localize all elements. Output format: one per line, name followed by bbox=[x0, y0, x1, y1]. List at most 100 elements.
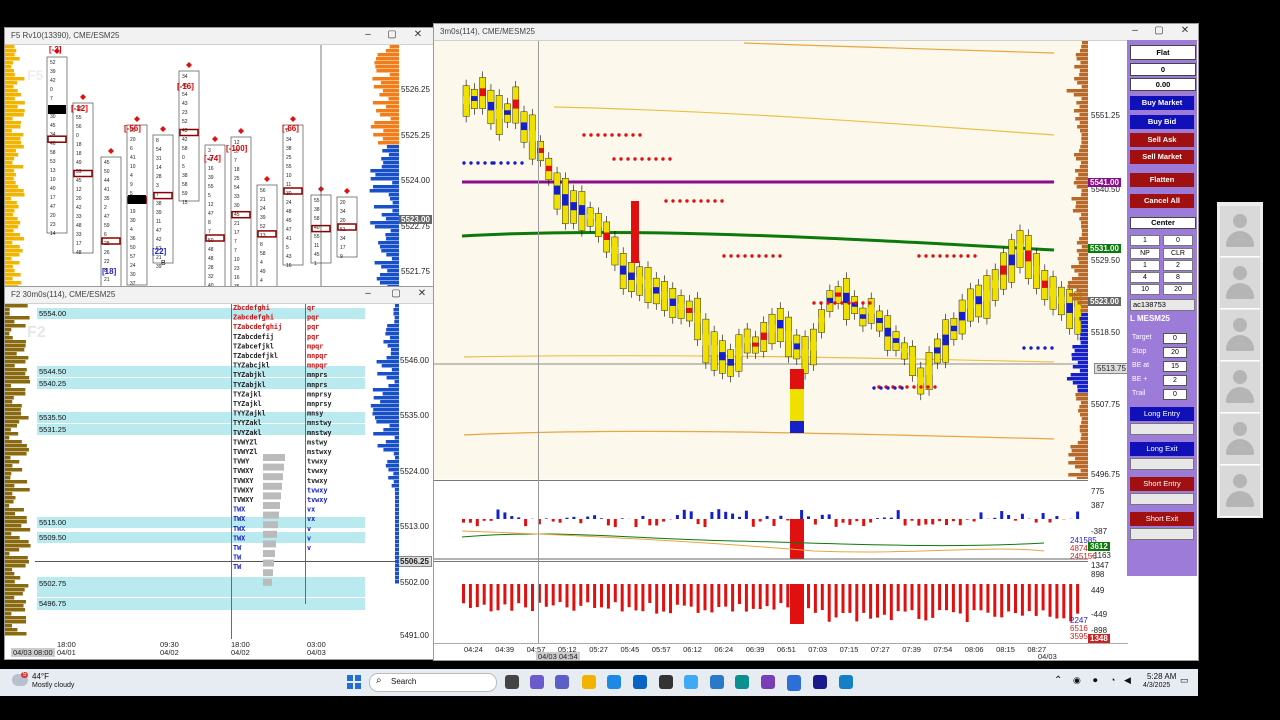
network-icon[interactable]: ◉ bbox=[1073, 675, 1081, 686]
avatar[interactable] bbox=[1220, 466, 1260, 517]
buy-bid-button[interactable]: Buy Bid bbox=[1130, 115, 1194, 129]
profile-bar bbox=[5, 400, 13, 404]
short-exit-select[interactable] bbox=[1130, 528, 1194, 540]
profile-bar bbox=[5, 57, 20, 61]
store-icon[interactable] bbox=[607, 675, 621, 689]
maximize-icon[interactable]: ▢ bbox=[389, 288, 403, 299]
be-at-input[interactable]: 15 bbox=[1163, 361, 1187, 372]
signal-dot bbox=[917, 254, 921, 258]
target-input[interactable]: 0 bbox=[1163, 333, 1187, 344]
qty-8-button[interactable]: 8 bbox=[1163, 272, 1193, 283]
start-icon[interactable] bbox=[347, 675, 361, 689]
short-entry-button[interactable]: Short Entry bbox=[1130, 477, 1194, 491]
profile-bar bbox=[391, 257, 399, 261]
clock-date[interactable]: 4/3/2025 bbox=[1143, 682, 1170, 689]
long-exit-select[interactable] bbox=[1130, 458, 1194, 470]
volume-icon[interactable]: ◀ bbox=[1124, 675, 1131, 686]
copilot-app-icon[interactable] bbox=[684, 675, 698, 689]
bottom-left-titlebar[interactable]: F2 30m0s(114), CME/ESM25 – ▢ ✕ bbox=[5, 287, 433, 304]
qty-10-button[interactable]: 10 bbox=[1130, 284, 1160, 295]
meeting-app-icon[interactable] bbox=[787, 675, 801, 691]
mail-icon[interactable] bbox=[710, 675, 724, 689]
candle-core bbox=[777, 319, 784, 329]
visual-studio-icon[interactable] bbox=[761, 675, 775, 689]
signal-dot bbox=[668, 157, 672, 161]
top-left-titlebar[interactable]: F5 Rv10(13390), CME/ESM25 – ▢ ✕ bbox=[5, 28, 433, 45]
quantity-input-2[interactable]: 0 bbox=[1163, 235, 1193, 246]
app-icon[interactable] bbox=[813, 675, 827, 689]
file-explorer-icon[interactable] bbox=[582, 675, 596, 689]
footprint-plot[interactable]: 5239420719304534465853131040174720231418… bbox=[27, 45, 367, 286]
short-entry-select[interactable] bbox=[1130, 493, 1194, 505]
qty-2-button[interactable]: 2 bbox=[1163, 260, 1193, 271]
notifications-icon[interactable]: ▭ bbox=[1180, 675, 1189, 686]
trail-label: Trail bbox=[1132, 390, 1146, 397]
profile-bar bbox=[376, 109, 399, 113]
be-plus-input[interactable]: 2 bbox=[1163, 375, 1187, 386]
avatar[interactable] bbox=[1220, 206, 1260, 257]
price-axis[interactable]: 5551.25 5540.50 5529.50 5518.50 5507.75 … bbox=[1066, 41, 1129, 643]
outlook-icon[interactable] bbox=[633, 675, 647, 689]
qty-1-button[interactable]: 1 bbox=[1130, 260, 1160, 271]
chatgpt-icon[interactable] bbox=[659, 675, 673, 689]
candle-plot[interactable] bbox=[434, 41, 1088, 479]
avatar[interactable] bbox=[1220, 258, 1260, 309]
quantity-input[interactable]: 1 bbox=[1130, 235, 1160, 246]
signal-dot bbox=[699, 199, 703, 203]
stop-input[interactable]: 20 bbox=[1163, 347, 1187, 358]
price-axis[interactable]: 5546.00 5535.00 5524.00 5513.00 5502.00 … bbox=[397, 304, 433, 640]
main-titlebar[interactable]: 3m0s(114), CME/MESM25 – ▢ ✕ bbox=[434, 24, 1198, 41]
flatten-button[interactable]: Flatten bbox=[1130, 173, 1194, 187]
account-select[interactable]: ac138753 bbox=[1130, 299, 1195, 311]
maximize-icon[interactable]: ▢ bbox=[1152, 25, 1166, 36]
edge-icon[interactable] bbox=[735, 675, 749, 689]
qty-4-button[interactable]: 4 bbox=[1130, 272, 1160, 283]
trading-app-icon[interactable] bbox=[839, 675, 853, 689]
close-icon[interactable]: ✕ bbox=[411, 29, 425, 40]
volume-pane[interactable] bbox=[434, 561, 1088, 644]
clr-button[interactable]: CLR bbox=[1163, 248, 1193, 259]
profile-bar bbox=[374, 61, 399, 65]
minimize-icon[interactable]: – bbox=[361, 288, 375, 299]
avatar[interactable] bbox=[1220, 362, 1260, 413]
sell-ask-button[interactable]: Sell Ask bbox=[1130, 133, 1194, 147]
clock-time[interactable]: 5:28 AM bbox=[1147, 672, 1176, 681]
microphone-icon[interactable]: ⏺ bbox=[1093, 675, 1098, 686]
footprint-cell: 10 bbox=[50, 177, 56, 183]
long-entry-select[interactable] bbox=[1130, 423, 1194, 435]
short-exit-button[interactable]: Short Exit bbox=[1130, 512, 1194, 526]
close-icon[interactable]: ✕ bbox=[415, 288, 429, 299]
task-view-icon[interactable] bbox=[505, 675, 519, 689]
qty-20-button[interactable]: 20 bbox=[1163, 284, 1193, 295]
buy-market-button[interactable]: Buy Market bbox=[1130, 96, 1194, 110]
minimize-icon[interactable]: – bbox=[1128, 25, 1142, 36]
long-entry-button[interactable]: Long Entry bbox=[1130, 407, 1194, 421]
search-box[interactable]: ⌕ Search bbox=[369, 673, 497, 692]
close-icon[interactable]: ✕ bbox=[1178, 25, 1192, 36]
temperature[interactable]: 44°F bbox=[32, 672, 49, 681]
copilot-icon[interactable] bbox=[530, 675, 544, 689]
indicator-pane[interactable] bbox=[434, 480, 1088, 561]
cancel-all-button[interactable]: Cancel All bbox=[1130, 194, 1194, 208]
long-exit-button[interactable]: Long Exit bbox=[1130, 442, 1194, 456]
avatar[interactable] bbox=[1220, 414, 1260, 465]
center-button[interactable]: Center bbox=[1130, 217, 1196, 229]
footprint-cell: 18 bbox=[76, 142, 82, 148]
wifi-icon[interactable]: ◔ bbox=[1110, 675, 1115, 685]
avatar[interactable] bbox=[1220, 310, 1260, 361]
trail-input[interactable]: 0 bbox=[1163, 389, 1187, 400]
tpo-row: TYZabjkl bbox=[233, 371, 266, 379]
teams-icon[interactable] bbox=[555, 675, 569, 689]
np-button[interactable]: NP bbox=[1130, 248, 1160, 259]
sell-market-button[interactable]: Sell Market bbox=[1130, 150, 1194, 164]
price-axis[interactable]: 5526.25 5525.25 5524.00 5522.75 5521.75 … bbox=[367, 45, 433, 286]
chevron-up-icon[interactable]: ⌃ bbox=[1054, 675, 1062, 686]
maximize-icon[interactable]: ▢ bbox=[385, 29, 399, 40]
footprint-cell: 47 bbox=[104, 214, 110, 220]
footprint-cell: 30 bbox=[130, 218, 136, 224]
tpo-row: Zbcdefghi bbox=[233, 304, 270, 312]
tpo-plot[interactable]: F2 5554.00 5544.50 5540.25 5535.50 5531.… bbox=[27, 304, 397, 639]
minimize-icon[interactable]: – bbox=[361, 29, 375, 40]
weather-text[interactable]: Mostly cloudy bbox=[32, 682, 74, 689]
profile-bar bbox=[5, 320, 15, 324]
